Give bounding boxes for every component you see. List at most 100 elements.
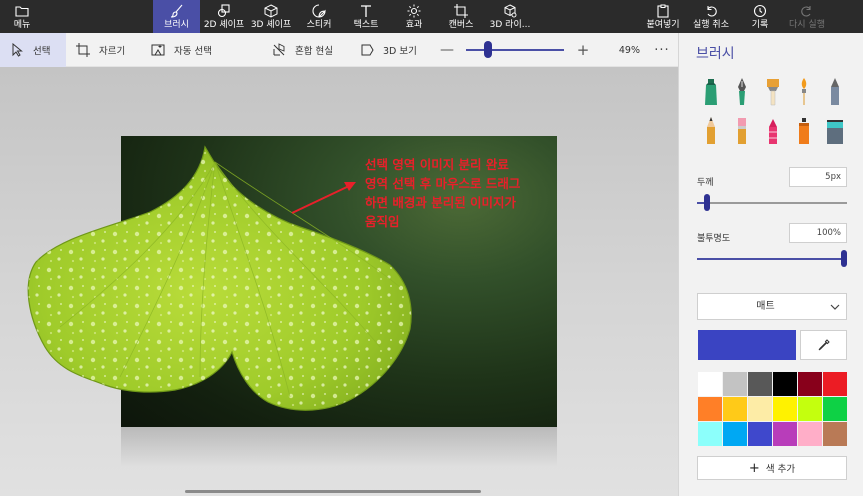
pencil-icon[interactable] xyxy=(701,116,721,146)
ginkgo-leaf-cutout[interactable] xyxy=(0,67,678,496)
fill-bucket-icon[interactable] xyxy=(825,116,845,146)
color-swatch[interactable] xyxy=(798,372,822,396)
canvas-icon xyxy=(454,3,468,18)
color-palette xyxy=(698,372,847,446)
zoom-slider-thumb[interactable] xyxy=(484,41,492,58)
mixed-reality-label: 혼합 현실 xyxy=(295,46,333,57)
crop-tool-label: 자르기 xyxy=(99,46,126,57)
crop-icon xyxy=(76,43,90,57)
menu-label: 메뉴 xyxy=(13,19,31,30)
tab-canvas-label: 캔버스 xyxy=(448,19,474,30)
crop-tool-button[interactable]: 자르기 xyxy=(76,33,125,67)
tab-text-label: 텍스트 xyxy=(353,19,379,30)
magic-select-label: 자동 선택 xyxy=(174,46,212,57)
tab-sticker[interactable]: 스티커 xyxy=(296,0,342,33)
horizontal-scrollbar[interactable] xyxy=(185,490,481,493)
more-options-button[interactable]: ··· xyxy=(653,33,671,67)
color-swatch[interactable] xyxy=(823,397,847,421)
select-tool-button[interactable]: 선택 xyxy=(0,33,66,67)
history-label: 기록 xyxy=(751,19,769,30)
menu-button[interactable]: 메뉴 xyxy=(0,0,44,33)
shapes-2d-icon xyxy=(217,3,230,17)
color-swatch[interactable] xyxy=(698,372,722,396)
folder-icon xyxy=(15,5,29,17)
tab-effects[interactable]: 효과 xyxy=(391,0,437,33)
tab-brush[interactable]: 브러시 xyxy=(153,0,200,33)
texture-dropdown[interactable]: 매트 xyxy=(697,293,847,320)
color-swatch[interactable] xyxy=(723,372,747,396)
thickness-input[interactable]: 5px xyxy=(789,167,847,187)
color-swatch[interactable] xyxy=(823,422,847,446)
oil-brush-icon[interactable] xyxy=(763,77,783,107)
tab-canvas[interactable]: 캔버스 xyxy=(438,0,484,33)
redo-button[interactable]: 다시 실행 xyxy=(785,0,829,33)
shapes-3d-icon xyxy=(264,3,278,18)
thickness-label: 두께 xyxy=(697,178,714,188)
color-swatch[interactable] xyxy=(773,397,797,421)
magic-select-icon xyxy=(151,44,165,56)
eraser-icon[interactable] xyxy=(732,116,752,146)
color-swatch[interactable] xyxy=(798,422,822,446)
color-swatch[interactable] xyxy=(723,397,747,421)
tab-2d-shapes[interactable]: 2D 셰이프 xyxy=(201,0,247,33)
undo-label: 실행 취소 xyxy=(693,19,729,30)
history-clock-icon xyxy=(753,4,767,17)
cursor-icon xyxy=(12,43,23,57)
color-swatch[interactable] xyxy=(748,397,772,421)
zoom-slider-track[interactable] xyxy=(466,49,564,51)
calligraphy-pen-icon[interactable] xyxy=(732,77,752,107)
annotation-line-2: 영역 선택 후 마우스로 드래그 xyxy=(365,176,521,191)
paste-button[interactable]: 붙여넣기 xyxy=(641,0,685,33)
zoom-in-button[interactable]: + xyxy=(576,33,590,67)
color-swatch[interactable] xyxy=(748,422,772,446)
tab-3d-shapes[interactable]: 3D 셰이프 xyxy=(248,0,294,33)
color-swatch[interactable] xyxy=(698,422,722,446)
marker-brush-icon[interactable] xyxy=(701,77,721,107)
view-3d-button[interactable]: 3D 보기 xyxy=(360,33,417,67)
crayon-icon[interactable] xyxy=(763,116,783,146)
mixed-reality-icon xyxy=(273,43,285,56)
text-icon xyxy=(361,4,371,17)
water-drops xyxy=(28,147,412,411)
color-swatch[interactable] xyxy=(723,422,747,446)
color-swatch[interactable] xyxy=(773,372,797,396)
tab-3d-library-label: 3D 라이... xyxy=(489,19,531,30)
pixel-pen-icon[interactable] xyxy=(825,77,845,107)
tab-effects-label: 효과 xyxy=(405,19,423,30)
tab-3d-shapes-label: 3D 셰이프 xyxy=(250,19,292,30)
current-color-swatch[interactable] xyxy=(698,330,796,360)
color-swatch[interactable] xyxy=(798,397,822,421)
brush-panel: 브러시 두께 5px 불투명도 100% 매트 + 색 추가 xyxy=(678,33,863,496)
undo-button[interactable]: 실행 취소 xyxy=(688,0,734,33)
opacity-slider-fill xyxy=(697,258,841,260)
select-tool-label: 선택 xyxy=(33,46,51,57)
canvas-workspace[interactable]: 선택 영역 이미지 분리 완료 영역 선택 후 마우스로 드래그 하면 배경과 … xyxy=(0,67,678,496)
paste-label: 붙여넣기 xyxy=(646,19,680,30)
color-swatch[interactable] xyxy=(773,422,797,446)
eyedropper-button[interactable] xyxy=(800,330,847,360)
view-3d-label: 3D 보기 xyxy=(383,46,417,57)
sticker-icon xyxy=(312,3,326,18)
cube-library-icon xyxy=(504,3,517,17)
spray-can-icon[interactable] xyxy=(794,116,814,146)
opacity-slider-thumb[interactable] xyxy=(841,250,847,267)
zoom-out-button[interactable]: — xyxy=(440,33,454,67)
history-button[interactable]: 기록 xyxy=(740,0,780,33)
thickness-slider-fill xyxy=(697,202,705,204)
thickness-slider-track[interactable] xyxy=(697,202,847,204)
watercolor-brush-icon[interactable] xyxy=(794,77,814,107)
color-swatch[interactable] xyxy=(698,397,722,421)
annotation-line-3: 하면 배경과 분리된 이미지가 xyxy=(365,195,517,210)
opacity-input[interactable]: 100% xyxy=(789,223,847,243)
tab-3d-library[interactable]: 3D 라이... xyxy=(486,0,534,33)
eyedropper-icon xyxy=(818,339,830,351)
plus-icon: + xyxy=(748,460,760,476)
tab-text[interactable]: 텍스트 xyxy=(343,0,389,33)
thickness-slider-thumb[interactable] xyxy=(704,194,711,211)
color-swatch[interactable] xyxy=(823,372,847,396)
add-color-button[interactable]: + 색 추가 xyxy=(697,456,847,480)
mixed-reality-button[interactable]: 혼합 현실 xyxy=(272,33,333,67)
color-swatch[interactable] xyxy=(748,372,772,396)
magic-select-button[interactable]: 자동 선택 xyxy=(151,33,212,67)
annotation-arrow xyxy=(291,182,356,214)
